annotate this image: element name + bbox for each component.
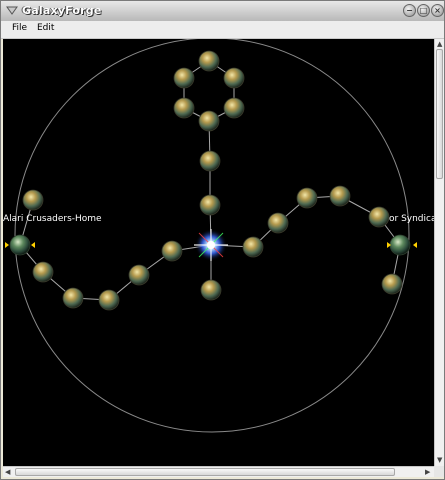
planet-node[interactable]	[161, 240, 183, 262]
planet-node[interactable]	[173, 97, 195, 119]
phase-lanes	[19, 60, 401, 301]
planet-node[interactable]	[62, 287, 84, 309]
maximize-icon[interactable]: □	[417, 4, 430, 17]
app-icon	[6, 6, 18, 15]
horizontal-scroll-thumb[interactable]	[15, 468, 395, 476]
menu-file[interactable]: File	[12, 23, 27, 33]
scroll-left-icon[interactable]: ◀	[5, 468, 10, 476]
planet-node[interactable]	[98, 289, 120, 311]
minimize-icon[interactable]: −	[403, 4, 416, 17]
galaxy-map[interactable]: Alari Crusaders-Home or Syndicat	[3, 39, 434, 466]
central-star-icon[interactable]	[194, 229, 228, 261]
scroll-up-icon[interactable]: ▲	[437, 40, 442, 48]
window-title: GalaxyForge	[22, 4, 102, 17]
menu-bar: File Edit	[1, 21, 444, 39]
title-bar[interactable]: GalaxyForge − □ ×	[1, 1, 444, 22]
planet-node[interactable]	[173, 67, 195, 89]
galaxy-map-canvas[interactable]: Alari Crusaders-Home or Syndicat	[3, 39, 434, 466]
vertical-scrollbar[interactable]: ▲ ▼	[434, 39, 444, 466]
planet-node[interactable]	[267, 212, 289, 234]
planet-node[interactable]	[381, 273, 403, 295]
planet-node[interactable]	[223, 67, 245, 89]
scroll-down-icon[interactable]: ▼	[437, 456, 442, 464]
menu-edit[interactable]: Edit	[37, 23, 54, 33]
planet-node[interactable]	[296, 187, 318, 209]
planet-node[interactable]	[22, 189, 44, 211]
planet-node[interactable]	[329, 185, 351, 207]
horizontal-scrollbar[interactable]: ◀ ▶	[3, 466, 434, 477]
scrollbar-corner	[434, 466, 444, 477]
planet-node[interactable]	[199, 150, 221, 172]
scroll-right-icon[interactable]: ▶	[425, 468, 430, 476]
planet-node[interactable]	[198, 110, 220, 132]
planet-node[interactable]	[242, 236, 264, 258]
home-label-right: or Syndicat	[389, 214, 434, 224]
planet-node[interactable]	[223, 97, 245, 119]
planet-node[interactable]	[199, 194, 221, 216]
vertical-scroll-thumb[interactable]	[436, 49, 443, 179]
planet-node[interactable]	[128, 264, 150, 286]
home-planet-left[interactable]	[5, 234, 35, 256]
planet-node[interactable]	[32, 261, 54, 283]
planet-node[interactable]	[198, 50, 220, 72]
close-icon[interactable]: ×	[431, 4, 444, 17]
home-label-left: Alari Crusaders-Home	[3, 214, 102, 224]
home-planet-right[interactable]	[387, 234, 417, 256]
planet-node[interactable]	[200, 279, 222, 301]
app-window: GalaxyForge − □ × File Edit Alari Crusad…	[0, 0, 445, 480]
planet-node[interactable]	[368, 206, 390, 228]
